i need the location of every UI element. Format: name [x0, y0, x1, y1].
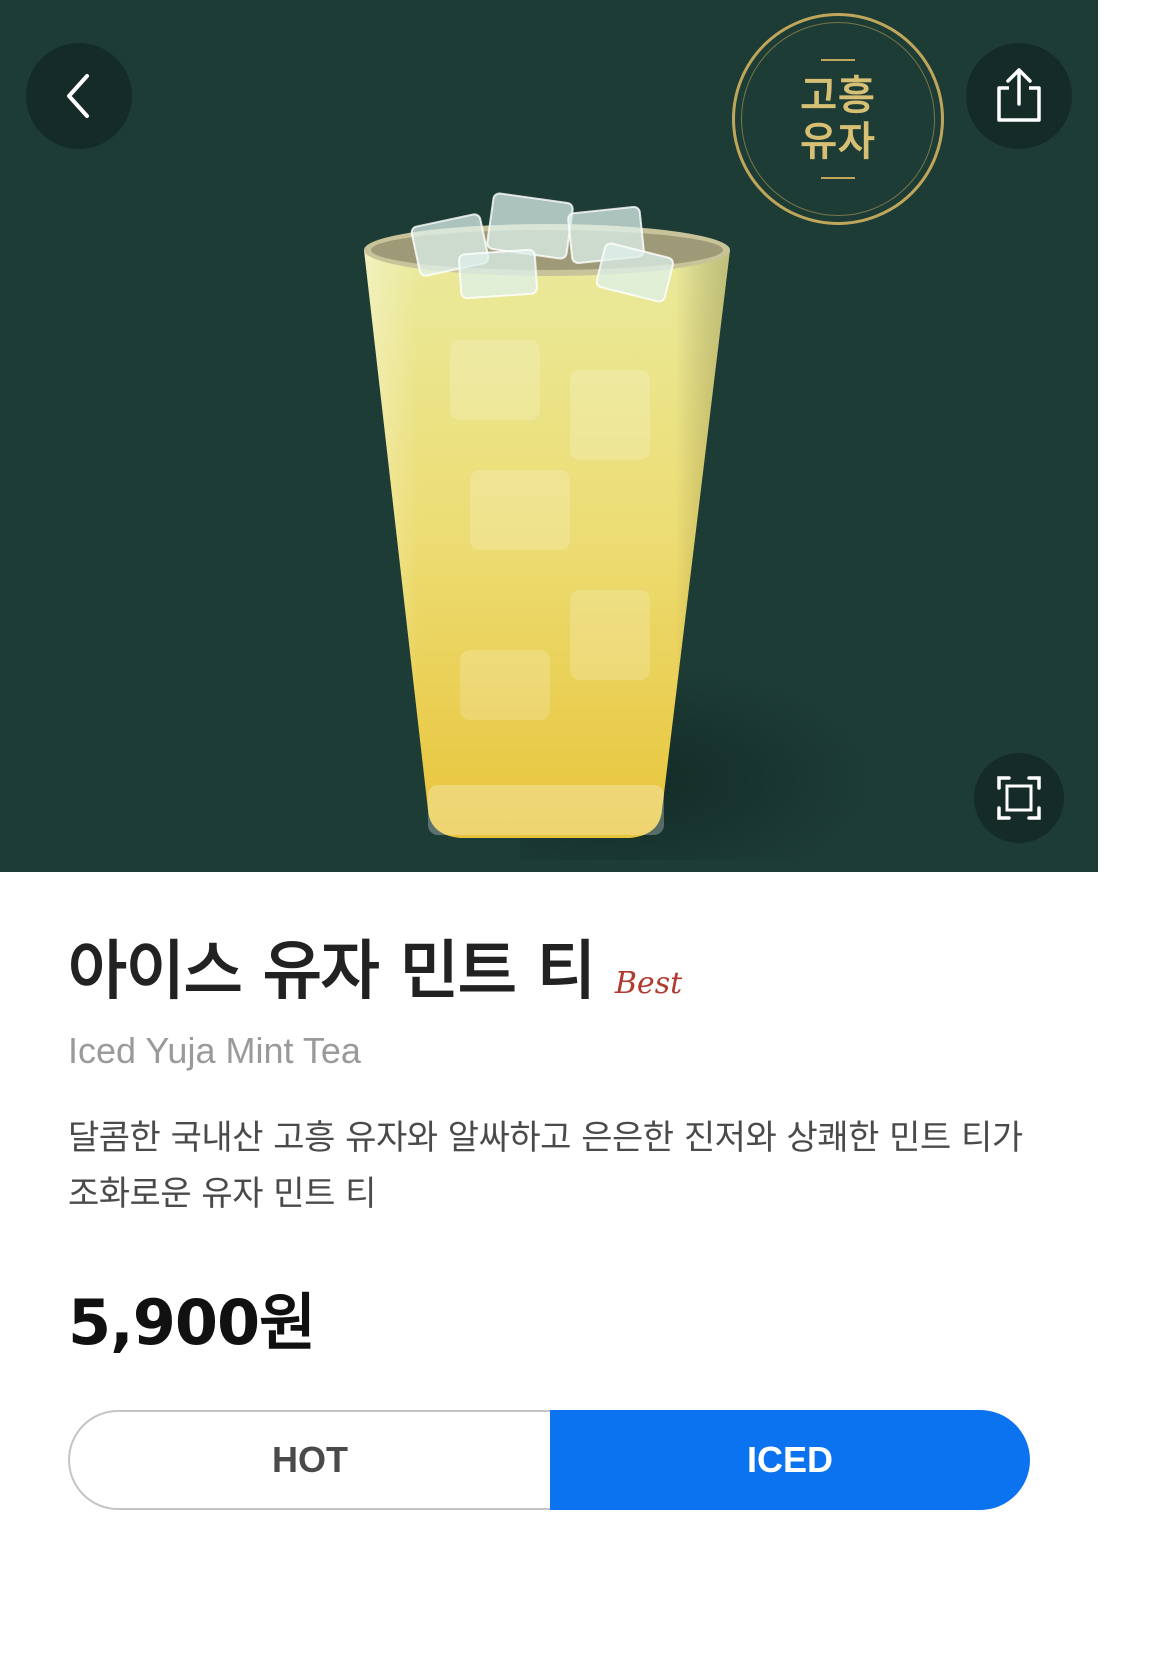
back-button[interactable]: [26, 43, 132, 149]
product-english-name: Iced Yuja Mint Tea: [68, 1030, 361, 1071]
seal-inner-ring: [741, 22, 935, 216]
expand-icon: [997, 776, 1041, 820]
temperature-toggle: HOT ICED: [68, 1410, 1030, 1510]
chevron-left-icon: [67, 74, 89, 118]
best-badge: Best: [614, 966, 683, 1001]
product-description: 달콤한 국내산 고흥 유자와 알싸하고 은은한 진저와 상쾌한 민트 티가 조화…: [68, 1118, 1023, 1214]
share-button[interactable]: [966, 43, 1072, 149]
share-icon: [997, 68, 1041, 122]
origin-seal: 고흥 유자: [732, 13, 944, 225]
product-price: 5,900원: [68, 1286, 316, 1359]
drink-image: [364, 192, 730, 838]
product-title-row: 아이스 유자 민트 티 Best: [68, 930, 682, 1014]
hot-option[interactable]: HOT: [68, 1410, 550, 1510]
product-title: 아이스 유자 민트 티: [68, 935, 596, 1009]
product-image-area: 고흥 유자: [0, 0, 1098, 872]
iced-option[interactable]: ICED: [550, 1410, 1030, 1510]
zoom-button[interactable]: [974, 753, 1064, 843]
